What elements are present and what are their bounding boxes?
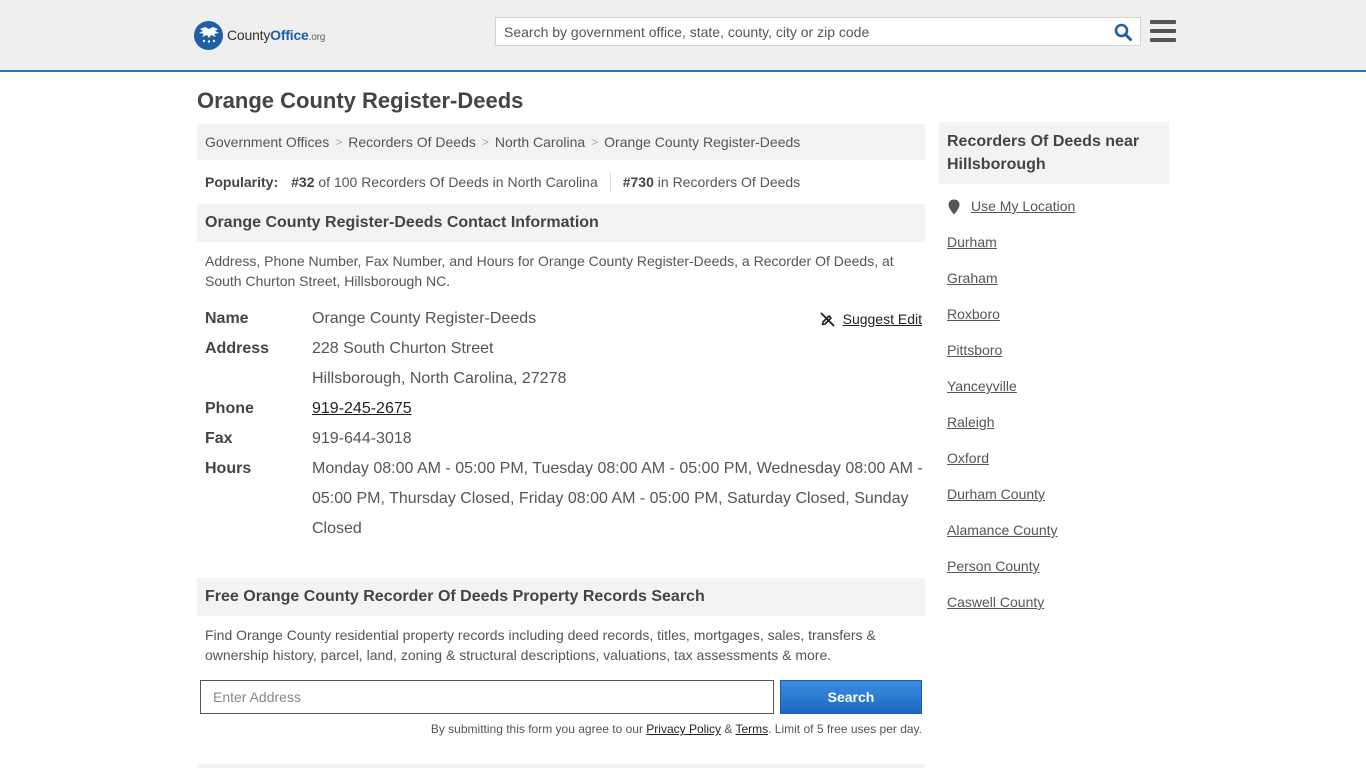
records-search-form: Search [197, 680, 925, 714]
nearby-link-caswell-county[interactable]: Caswell County [947, 594, 1044, 610]
sidebar-heading: Recorders Of Deeds near Hillsborough [939, 122, 1169, 184]
nearby-link-pittsboro[interactable]: Pittsboro [947, 342, 1002, 358]
form-disclaimer: By submitting this form you agree to our… [430, 722, 922, 736]
contact-row-address: Address 228 South Churton Street Hillsbo… [205, 334, 925, 394]
contact-row-phone: Phone 919-245-2675 [205, 400, 412, 417]
phone-link[interactable]: 919-245-2675 [312, 400, 412, 417]
popularity-national-rank: #730 in Recorders Of Deeds [622, 174, 801, 190]
nearby-link-person-county[interactable]: Person County [947, 558, 1040, 574]
contact-details: Suggest Edit Name Orange County Register… [197, 304, 925, 544]
breadcrumb: Government Offices > Recorders Of Deeds … [197, 124, 925, 160]
search-button[interactable] [1106, 18, 1140, 45]
sidebar: Recorders Of Deeds near Hillsborough Use… [939, 122, 1169, 630]
site-logo[interactable]: CountyOffice.org [194, 20, 325, 50]
breadcrumb-north-carolina[interactable]: North Carolina [495, 134, 585, 150]
nearby-link-durham-county[interactable]: Durham County [947, 486, 1045, 502]
nearby-link-graham[interactable]: Graham [947, 270, 998, 286]
suggest-edit[interactable]: Suggest Edit [820, 304, 922, 334]
popularity-bar: Popularity: #32 of 100 Recorders Of Deed… [197, 160, 925, 204]
logo-text: CountyOffice.org [227, 27, 326, 43]
main-content: Government Offices > Recorders Of Deeds … [197, 124, 925, 736]
suggest-edit-link[interactable]: Suggest Edit [843, 304, 922, 334]
hamburger-menu-icon[interactable] [1150, 18, 1176, 44]
divider [609, 172, 611, 192]
records-description: Find Orange County residential property … [205, 627, 876, 663]
edit-off-icon [820, 312, 835, 326]
site-header: CountyOffice.org [0, 0, 1366, 72]
nearby-link-raleigh[interactable]: Raleigh [947, 414, 994, 430]
privacy-policy-link[interactable]: Privacy Policy [646, 722, 721, 736]
address-input[interactable] [200, 680, 774, 714]
chevron-right-icon: > [335, 135, 343, 149]
page-title: Orange County Register-Deeds [197, 88, 524, 113]
contact-section-heading: Orange County Register-Deeds Contact Inf… [197, 204, 925, 242]
map-pin-icon [948, 199, 960, 215]
search-icon [1114, 23, 1132, 41]
fax-number: 919-644-3018 [312, 430, 412, 447]
contact-row-name: Name Orange County Register-Deeds [205, 304, 925, 334]
office-hours: Monday 08:00 AM - 05:00 PM, Tuesday 08:0… [312, 460, 923, 537]
nearby-link-oxford[interactable]: Oxford [947, 450, 989, 466]
breadcrumb-recorders-of-deeds[interactable]: Recorders Of Deeds [348, 134, 476, 150]
next-section-edge [197, 764, 925, 768]
nearby-link-roxboro[interactable]: Roxboro [947, 306, 1000, 322]
terms-link[interactable]: Terms [735, 722, 768, 736]
chevron-right-icon: > [481, 135, 489, 149]
contact-row-hours: Hours Monday 08:00 AM - 05:00 PM, Tuesda… [205, 454, 925, 544]
popularity-state-rank: #32 of 100 Recorders Of Deeds in North C… [291, 174, 598, 190]
chevron-right-icon: > [591, 135, 599, 149]
records-search-button[interactable]: Search [780, 680, 922, 714]
site-search-input[interactable] [496, 18, 1106, 45]
eagle-seal-icon [194, 20, 223, 50]
nearby-link-alamance-county[interactable]: Alamance County [947, 522, 1058, 538]
records-section-heading: Free Orange County Recorder Of Deeds Pro… [197, 578, 925, 616]
site-search [495, 17, 1141, 46]
use-my-location-link[interactable]: Use My Location [971, 198, 1075, 214]
popularity-label: Popularity: [205, 174, 279, 190]
breadcrumb-government-offices[interactable]: Government Offices [205, 134, 329, 150]
nearby-link-durham[interactable]: Durham [947, 234, 997, 250]
contact-row-fax: Fax 919-644-3018 [205, 424, 925, 454]
contact-description: Address, Phone Number, Fax Number, and H… [205, 253, 894, 289]
use-location[interactable]: Use My Location [947, 198, 1169, 234]
nearby-link-yanceyville[interactable]: Yanceyville [947, 378, 1017, 394]
office-address: 228 South Churton Street Hillsborough, N… [312, 340, 567, 387]
nearby-list: Use My Location Durham Graham Roxboro Pi… [939, 198, 1169, 630]
breadcrumb-current: Orange County Register-Deeds [604, 134, 801, 150]
